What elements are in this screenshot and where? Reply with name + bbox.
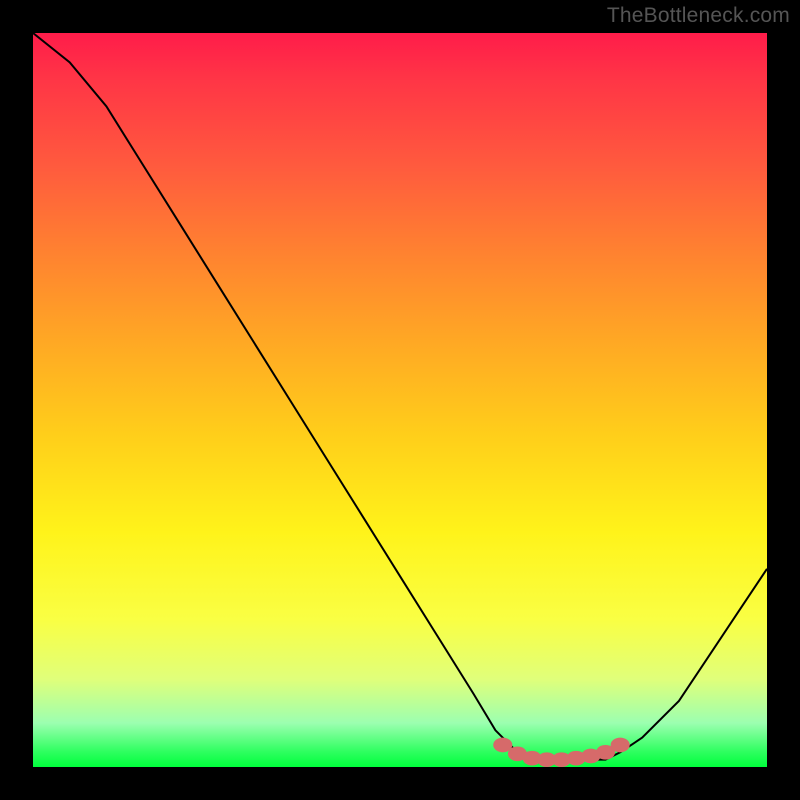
chart-svg [33,33,767,767]
bottleneck-curve [33,33,767,760]
watermark-text: TheBottleneck.com [607,4,790,28]
highlight-dot [611,738,630,753]
plot-area [33,33,767,767]
highlight-dots [493,738,630,767]
chart-frame: TheBottleneck.com [0,0,800,800]
